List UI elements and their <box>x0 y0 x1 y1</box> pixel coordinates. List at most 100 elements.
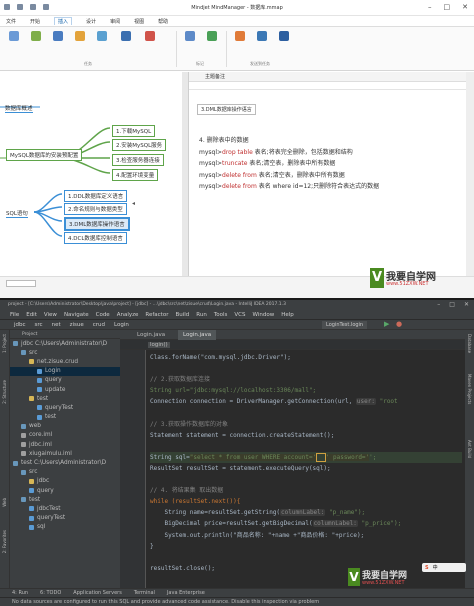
run-config-select[interactable]: LoginTest.login <box>322 321 368 329</box>
tree-item[interactable]: jdbcTest <box>10 504 120 513</box>
tree-item[interactable]: jdbc C:\Users\Administrator\D <box>10 339 120 348</box>
ribbon-button-8[interactable] <box>182 31 198 41</box>
tree-item[interactable]: jdbc.iml <box>10 440 120 449</box>
map-subtopic[interactable]: 4.DCL数据库控制语言 <box>64 232 127 244</box>
tree-item[interactable]: Login <box>10 366 120 376</box>
debug-icon[interactable]: ● <box>396 320 402 328</box>
menu-code[interactable]: Code <box>96 312 110 318</box>
ribbon-button-6[interactable] <box>118 31 134 41</box>
tree-item[interactable]: jdbc <box>10 477 120 486</box>
tree-item[interactable]: test <box>10 394 120 403</box>
tree-item[interactable]: update <box>10 385 120 394</box>
menu-build[interactable]: Build <box>175 312 189 318</box>
ribbon-button-7[interactable] <box>142 31 158 41</box>
menu-run[interactable]: Run <box>196 312 207 318</box>
menu-file[interactable]: File <box>10 312 19 318</box>
ribbon-button-1[interactable] <box>6 31 22 41</box>
tool-project[interactable]: 1: Project <box>2 334 7 353</box>
tree-item[interactable]: test C:\Users\Administrator\D <box>10 458 120 467</box>
map-topic-sql[interactable]: SQL语句 <box>6 209 28 218</box>
redo-icon[interactable] <box>30 4 36 10</box>
ribbon-tab-insert[interactable]: 插入 <box>54 17 73 25</box>
method-crumb[interactable]: login() <box>148 342 170 348</box>
ribbon-tab-file[interactable]: 文件 <box>6 18 16 25</box>
notes-scrollbar[interactable] <box>466 72 474 276</box>
nav-crumb[interactable]: net <box>52 322 61 328</box>
close-icon[interactable]: ✕ <box>464 300 469 310</box>
nav-crumb[interactable]: zisue <box>70 322 84 328</box>
close-icon[interactable]: ✕ <box>462 3 468 11</box>
code-area[interactable]: Class.forName("com.mysql.jdbc.Driver"); … <box>150 352 462 574</box>
ribbon-button-10[interactable] <box>232 31 248 41</box>
map-topic-overview[interactable]: 数据库概述 <box>5 104 33 113</box>
tool-app-servers[interactable]: Application Servers <box>73 590 122 596</box>
tree-item[interactable]: test <box>10 413 120 422</box>
tree-item[interactable]: sql <box>10 523 120 532</box>
map-topic-install[interactable]: MySQL数据库的安装预配置 <box>6 149 83 161</box>
ribbon-tab-design[interactable]: 设计 <box>86 18 96 25</box>
maximize-icon[interactable]: □ <box>449 300 455 310</box>
tree-item[interactable]: xiugaimulu.iml <box>10 449 120 458</box>
ribbon-button-9[interactable] <box>204 31 220 41</box>
tool-web[interactable]: Web <box>2 498 7 507</box>
tree-item[interactable]: core.iml <box>10 431 120 440</box>
tree-item[interactable]: test <box>10 495 120 504</box>
notes-line[interactable]: 4. 删除表中的数据 <box>199 135 474 147</box>
tree-item[interactable]: queryTest <box>10 403 120 412</box>
mind-map-canvas[interactable]: 数据库概述 MySQL数据库的安装预配置 1.下载MySQL 2.安装MySQL… <box>0 72 182 276</box>
tree-item[interactable]: net.zisue.crud <box>10 357 120 366</box>
menu-vcs[interactable]: VCS <box>234 312 245 318</box>
map-subtopic[interactable]: 1.DDL数据库定义语言 <box>64 190 128 202</box>
tree-item[interactable]: query <box>10 486 120 495</box>
tree-item[interactable]: queryTest <box>10 514 120 523</box>
maximize-icon[interactable]: □ <box>444 3 451 11</box>
ribbon-button-12[interactable] <box>276 31 292 41</box>
notes-line[interactable]: mysql>delete from 表名 where id=12;只删除符合表达… <box>199 181 474 193</box>
nav-crumb[interactable]: crud <box>93 322 105 328</box>
tool-database[interactable]: Database <box>467 334 472 353</box>
ribbon-button-2[interactable] <box>28 31 44 41</box>
collapse-icon[interactable]: ◂ <box>132 200 135 207</box>
nav-crumb[interactable]: jdbc <box>14 322 26 328</box>
menu-tools[interactable]: Tools <box>214 312 228 318</box>
menu-navigate[interactable]: Navigate <box>64 312 89 318</box>
ribbon-tab-view[interactable]: 视图 <box>134 18 144 25</box>
editor-tab[interactable]: Login.java <box>132 330 170 340</box>
notes-line[interactable]: mysql>drop table 表名;将表完全删除，包括数据和结构 <box>199 147 474 159</box>
tree-item[interactable]: src <box>10 468 120 477</box>
map-subtopic[interactable]: 4.配置环境变量 <box>112 169 159 181</box>
ime-indicator[interactable]: S 中 <box>422 563 466 572</box>
tool-terminal[interactable]: Terminal <box>134 590 155 596</box>
notes-line[interactable]: mysql>truncate 表名;清空表，删除表中所有数据 <box>199 158 474 170</box>
tool-maven[interactable]: Maven Projects <box>467 374 472 404</box>
tool-favorites[interactable]: 2: Favorites <box>2 530 7 553</box>
menu-view[interactable]: View <box>44 312 57 318</box>
menu-edit[interactable]: Edit <box>26 312 37 318</box>
ribbon-tab-home[interactable]: 开始 <box>30 18 40 25</box>
minimize-icon[interactable]: – <box>437 300 440 310</box>
map-tab[interactable] <box>6 280 36 287</box>
nav-crumb[interactable]: Login <box>114 322 129 328</box>
menu-analyze[interactable]: Analyze <box>117 312 139 318</box>
map-subtopic[interactable]: 2.命名规则与数据类型 <box>64 203 127 215</box>
tool-todo[interactable]: 6: TODO <box>40 590 61 596</box>
tree-item[interactable]: web <box>10 422 120 431</box>
tool-structure[interactable]: 2: Structure <box>2 380 7 404</box>
tool-ant[interactable]: Ant Build <box>467 440 472 458</box>
menu-refactor[interactable]: Refactor <box>145 312 168 318</box>
minimize-icon[interactable]: – <box>428 3 432 11</box>
map-subtopic[interactable]: 2.安装MySQL服务 <box>112 139 167 151</box>
ribbon-button-11[interactable] <box>254 31 270 41</box>
ribbon-button-3[interactable] <box>50 31 66 41</box>
ribbon-button-5[interactable] <box>94 31 110 41</box>
nav-crumb[interactable]: src <box>35 322 43 328</box>
ribbon-tab-review[interactable]: 审阅 <box>110 18 120 25</box>
editor-tab-active[interactable]: Login.java <box>178 330 217 340</box>
print-icon[interactable] <box>43 4 49 10</box>
map-subtopic[interactable]: 3.检查服务器连接 <box>112 154 164 166</box>
undo-icon[interactable] <box>17 4 23 10</box>
tool-java-enterprise[interactable]: Java Enterprise <box>167 590 205 596</box>
map-subtopic[interactable]: 1.下载MySQL <box>112 125 156 137</box>
tree-item[interactable]: src <box>10 348 120 357</box>
save-icon[interactable] <box>4 4 10 10</box>
